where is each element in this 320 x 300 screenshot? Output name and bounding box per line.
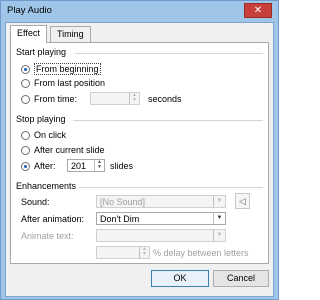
delay-stepper[interactable]: ▲ ▼: [96, 246, 150, 259]
speaker-icon[interactable]: ◁: [235, 193, 250, 209]
after-animation-value: Don't Dim: [100, 213, 140, 224]
delay-label: % delay between letters: [153, 248, 249, 258]
from-time-stepper[interactable]: ▲ ▼: [90, 92, 140, 105]
after-radio[interactable]: [21, 161, 30, 171]
chevron-down-icon: ▼: [132, 97, 137, 103]
from-beginning-label: From beginning: [34, 63, 101, 75]
chevron-down-icon: ▼: [213, 213, 225, 224]
divider: [79, 187, 263, 188]
tab-timing[interactable]: Timing: [50, 26, 91, 42]
dialog-body: Effect Timing Start playing From beginni…: [5, 22, 274, 297]
after-slides-value: 201: [71, 160, 87, 171]
from-beginning-radio[interactable]: [21, 64, 30, 74]
chevron-down-icon: ▼: [213, 196, 225, 207]
cancel-label: Cancel: [226, 273, 255, 283]
start-playing-title: Start playing: [16, 47, 67, 57]
from-last-position-option[interactable]: From last position: [21, 78, 105, 88]
chevron-down-icon: ▼: [213, 230, 225, 241]
window-title: Play Audio: [7, 5, 52, 16]
animate-text-label: Animate text:: [21, 231, 74, 241]
from-time-radio[interactable]: [21, 94, 30, 104]
after-current-slide-option[interactable]: After current slide: [21, 145, 105, 155]
on-click-radio[interactable]: [21, 130, 30, 140]
from-time-label: From time:: [34, 94, 78, 104]
close-icon: ✕: [253, 5, 263, 16]
after-slides-stepper[interactable]: 201 ▲ ▼: [67, 159, 105, 172]
play-audio-dialog: Play Audio ✕ Effect Timing Start playing…: [0, 0, 279, 300]
tab-effect-label: Effect: [17, 28, 40, 38]
after-animation-label: After animation:: [21, 214, 85, 224]
tab-effect[interactable]: Effect: [10, 25, 47, 43]
enhancements-title: Enhancements: [16, 181, 77, 191]
sound-label: Sound:: [21, 197, 50, 207]
effect-panel: Start playing From beginning From last p…: [10, 42, 269, 264]
from-last-position-radio[interactable]: [21, 78, 30, 88]
animate-text-select[interactable]: ▼: [96, 229, 226, 242]
ok-label: OK: [173, 273, 187, 283]
after-label: After:: [34, 161, 56, 171]
from-beginning-option[interactable]: From beginning: [21, 63, 101, 75]
title-bar[interactable]: Play Audio ✕: [1, 1, 278, 21]
ok-button[interactable]: OK: [151, 270, 209, 287]
stepper-arrows[interactable]: ▲ ▼: [94, 160, 104, 171]
after-current-slide-radio[interactable]: [21, 145, 30, 155]
on-click-option[interactable]: On click: [21, 130, 66, 140]
chevron-down-icon: ▼: [142, 251, 147, 257]
divider: [73, 120, 263, 121]
from-time-option[interactable]: From time:: [21, 94, 77, 104]
divider: [75, 53, 263, 54]
after-option[interactable]: After:: [21, 161, 56, 171]
stepper-arrows[interactable]: ▲ ▼: [129, 93, 139, 104]
chevron-down-icon: ▼: [97, 164, 102, 170]
cancel-button[interactable]: Cancel: [213, 270, 269, 287]
sound-value: [No Sound]: [100, 196, 146, 207]
sound-select[interactable]: [No Sound] ▼: [96, 195, 226, 208]
stepper-arrows[interactable]: ▲ ▼: [139, 247, 149, 258]
on-click-label: On click: [34, 130, 67, 140]
stop-playing-title: Stop playing: [16, 114, 66, 124]
time-unit-label: seconds: [148, 94, 182, 104]
tab-timing-label: Timing: [57, 29, 84, 39]
after-animation-select[interactable]: Don't Dim ▼: [96, 212, 226, 225]
from-last-position-label: From last position: [34, 78, 106, 88]
window-close-button[interactable]: ✕: [244, 3, 272, 18]
slides-unit-label: slides: [110, 161, 134, 171]
after-current-slide-label: After current slide: [34, 145, 105, 155]
